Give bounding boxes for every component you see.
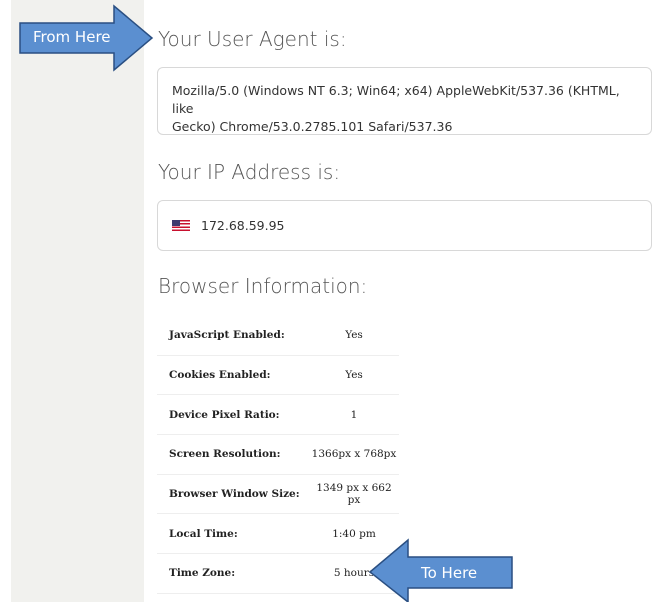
table-row: Time Zone: 5 hours — [157, 553, 399, 594]
table-row: Screen Resolution: 1366px x 768px — [157, 434, 399, 475]
row-label: Local Time: — [157, 513, 309, 555]
row-label: Cookies Enabled: — [157, 355, 309, 396]
sidebar — [11, 0, 144, 602]
table-row: Local Time: 1:40 pm — [157, 513, 399, 555]
table-row: Cookies Enabled: Yes — [157, 355, 399, 396]
row-value: 1 — [309, 394, 399, 436]
table-row: Browser Window Size: 1349 px x 662 px — [157, 474, 399, 515]
from-here-label: From Here — [33, 28, 111, 46]
browser-info-table: JavaScript Enabled: Yes Cookies Enabled:… — [157, 316, 399, 594]
user-agent-heading: Your User Agent is: — [158, 27, 347, 51]
table-row: Device Pixel Ratio: 1 — [157, 394, 399, 436]
row-label: Device Pixel Ratio: — [157, 394, 309, 436]
user-agent-line-1: Mozilla/5.0 (Windows NT 6.3; Win64; x64)… — [172, 83, 620, 116]
user-agent-box[interactable]: Mozilla/5.0 (Windows NT 6.3; Win64; x64)… — [157, 67, 652, 135]
ip-address-value: 172.68.59.95 — [201, 218, 285, 233]
table-row: JavaScript Enabled: Yes — [157, 316, 399, 356]
page: Your User Agent is: Mozilla/5.0 (Windows… — [0, 0, 657, 602]
user-agent-line-2: Gecko) Chrome/53.0.2785.101 Safari/537.3… — [172, 119, 453, 134]
us-flag-icon — [172, 220, 190, 231]
browser-info-heading: Browser Information: — [158, 274, 368, 298]
row-label: Time Zone: — [157, 553, 309, 594]
row-value: 1349 px x 662 px — [309, 474, 399, 515]
row-label: JavaScript Enabled: — [157, 316, 309, 356]
ip-address-box[interactable]: 172.68.59.95 — [157, 200, 652, 251]
row-value: Yes — [309, 316, 399, 356]
row-value: Yes — [309, 355, 399, 396]
row-value: 1366px x 768px — [309, 434, 399, 475]
row-label: Browser Window Size: — [157, 474, 309, 515]
row-label: Screen Resolution: — [157, 434, 309, 475]
to-here-label: To Here — [421, 564, 478, 582]
ip-address-heading: Your IP Address is: — [158, 160, 341, 184]
